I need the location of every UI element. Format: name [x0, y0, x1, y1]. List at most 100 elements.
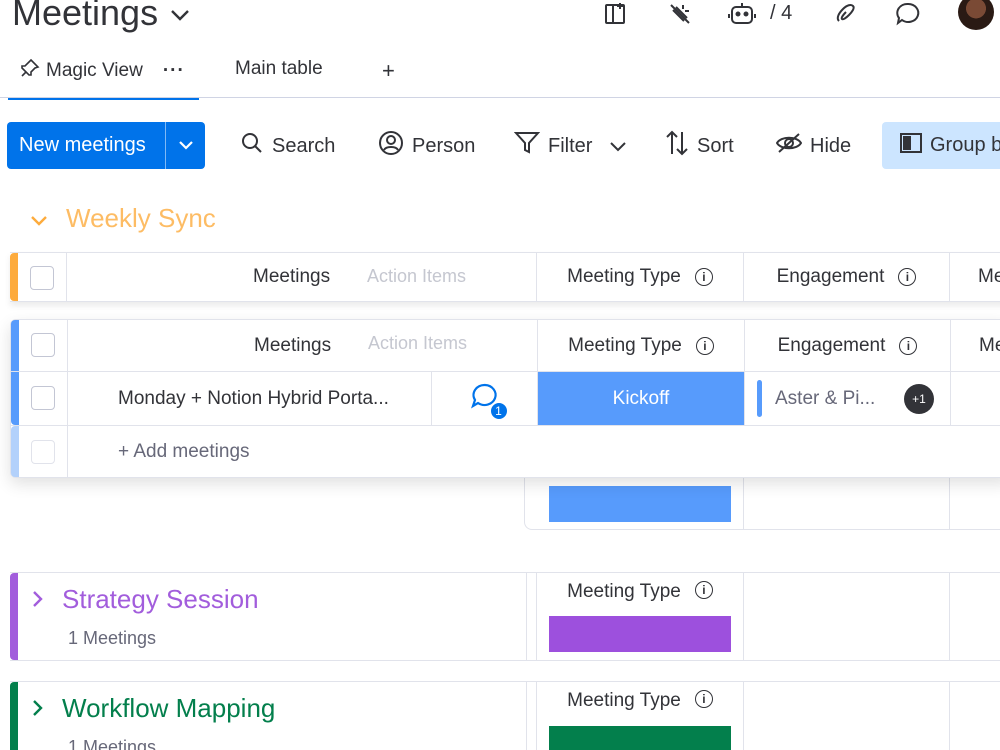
info-icon[interactable]: i: [694, 581, 713, 599]
hide-button[interactable]: Hide: [775, 130, 851, 162]
item-name-cell[interactable]: Monday + Notion Hybrid Porta...: [67, 372, 431, 425]
table-row[interactable]: Monday + Notion Hybrid Porta... 1 Kickof…: [11, 372, 1000, 426]
group-title[interactable]: Weekly Sync: [66, 203, 216, 234]
column-title: Engagement: [777, 334, 886, 356]
group-color-stripe: [10, 253, 18, 301]
column-divider: [743, 682, 949, 750]
chevron-right-icon[interactable]: [32, 693, 44, 724]
column-divider: [743, 470, 744, 530]
engagement-cell[interactable]: Aster & Pi... +1: [744, 372, 950, 425]
group-by-button[interactable]: Group b: [882, 122, 1000, 169]
column-title: Me: [979, 334, 1000, 356]
column-header-next[interactable]: Me: [950, 320, 1000, 371]
column-divider: [526, 682, 527, 750]
chat-icon[interactable]: [894, 0, 922, 28]
filter-button[interactable]: Filter: [513, 130, 627, 162]
sort-label: Sort: [697, 134, 734, 157]
engagement-more-badge[interactable]: +1: [904, 383, 934, 414]
chevron-down-icon[interactable]: [165, 122, 205, 169]
group-header-workflow-mapping[interactable]: Workflow Mapping: [32, 693, 275, 724]
table-header-row: Meetings Action Items Meeting Type i Eng…: [10, 252, 1000, 302]
integrate-icon[interactable]: [602, 0, 630, 28]
group-color-stripe: [10, 682, 18, 750]
group-title[interactable]: Strategy Session: [62, 584, 259, 615]
column-title: Engagement: [776, 266, 885, 287]
group-header-strategy-session[interactable]: Strategy Session: [32, 584, 259, 615]
group-title[interactable]: Workflow Mapping: [62, 693, 275, 724]
add-item-label: + Add meetings: [118, 441, 250, 462]
robot-icon[interactable]: [728, 0, 756, 28]
column-header-engagement[interactable]: Engagement i: [744, 320, 950, 371]
row-checkbox[interactable]: [31, 386, 55, 410]
column-title: Meeting Type: [567, 581, 681, 602]
pin-icon: [20, 58, 40, 84]
next-column-cell[interactable]: [950, 372, 1000, 425]
column-title: Meeting Type: [567, 266, 681, 287]
add-item-row[interactable]: + Add meetings: [11, 426, 1000, 478]
meeting-type-summary-bar[interactable]: [549, 726, 731, 750]
info-icon[interactable]: i: [694, 690, 713, 708]
column-header-meetings[interactable]: Meetings Action Items: [66, 253, 530, 301]
column-title: Meeting Type: [567, 690, 681, 711]
chevron-right-icon[interactable]: [32, 584, 44, 615]
column-header-meeting-type[interactable]: Meeting Type i: [536, 253, 743, 301]
board-title[interactable]: Meetings: [12, 0, 190, 34]
group-header-weekly-sync[interactable]: Weekly Sync: [30, 203, 216, 234]
new-item-button[interactable]: New meetings: [7, 122, 205, 169]
unplug-icon[interactable]: [666, 0, 694, 28]
row-checkbox: [31, 440, 55, 464]
ghost-column-action-items: Action Items: [367, 266, 467, 286]
status-label: Kickoff: [612, 387, 670, 409]
add-view-button[interactable]: +: [382, 58, 395, 84]
search-label: Search: [272, 134, 336, 157]
eye-off-icon: [775, 132, 803, 160]
tab-label: Magic View: [46, 60, 143, 81]
sort-icon: [665, 130, 689, 162]
engagement-value: Aster & Pi...: [775, 387, 876, 409]
group-color-stripe: [10, 573, 18, 660]
column-divider: [949, 682, 1000, 750]
sort-button[interactable]: Sort: [665, 130, 734, 162]
meeting-type-summary-bar[interactable]: [549, 486, 731, 522]
person-filter-button[interactable]: Person: [378, 130, 475, 162]
column-divider: [949, 573, 1000, 660]
tab-magic-view[interactable]: Magic View ···: [8, 58, 199, 100]
filter-label: Filter: [548, 134, 593, 157]
link-icon[interactable]: [832, 0, 860, 28]
board-title-text: Meetings: [12, 0, 159, 33]
column-header-engagement[interactable]: Engagement i: [743, 253, 949, 301]
meeting-type-status[interactable]: Kickoff: [537, 372, 744, 425]
info-icon[interactable]: i: [899, 336, 918, 355]
updates-cell[interactable]: 1: [431, 372, 537, 425]
chevron-down-icon[interactable]: [170, 4, 190, 27]
info-icon[interactable]: i: [695, 336, 714, 355]
filter-icon: [513, 130, 541, 162]
column-title: Meetings: [253, 266, 331, 287]
select-all-checkbox[interactable]: [30, 266, 54, 290]
info-icon[interactable]: i: [898, 268, 917, 286]
view-tabs: Magic View ··· Main table +: [0, 52, 1000, 100]
chevron-down-icon[interactable]: [610, 135, 627, 158]
add-item-input[interactable]: + Add meetings: [67, 426, 867, 478]
info-icon[interactable]: i: [694, 268, 713, 286]
conversation-icon[interactable]: 1: [470, 383, 509, 421]
tab-main-table[interactable]: Main table: [235, 58, 323, 80]
column-divider: [949, 470, 950, 530]
column-header-next[interactable]: Me: [949, 253, 1000, 301]
ghost-column-action-items: Action Items: [368, 333, 468, 353]
tab-more-icon[interactable]: ···: [163, 60, 185, 82]
chevron-down-icon[interactable]: [30, 203, 48, 234]
group-item-count: 1 Meetings: [68, 628, 157, 648]
table-header-row: Meetings Action Items Meeting Type i Eng…: [11, 320, 1000, 372]
group-table: Meetings Action Items Meeting Type i Eng…: [10, 319, 1000, 478]
meeting-type-summary-bar[interactable]: [549, 616, 731, 652]
column-divider: [743, 573, 949, 660]
group-by-label: Group b: [930, 134, 1000, 156]
engagement-indicator: [757, 380, 762, 417]
column-header-meetings[interactable]: Meetings Action Items: [67, 320, 531, 371]
select-all-checkbox[interactable]: [31, 333, 55, 357]
search-button[interactable]: Search: [240, 130, 335, 162]
column-header-meeting-type[interactable]: Meeting Type i: [537, 320, 744, 371]
avatar[interactable]: [958, 0, 994, 30]
item-name[interactable]: Monday + Notion Hybrid Porta...: [118, 388, 389, 410]
